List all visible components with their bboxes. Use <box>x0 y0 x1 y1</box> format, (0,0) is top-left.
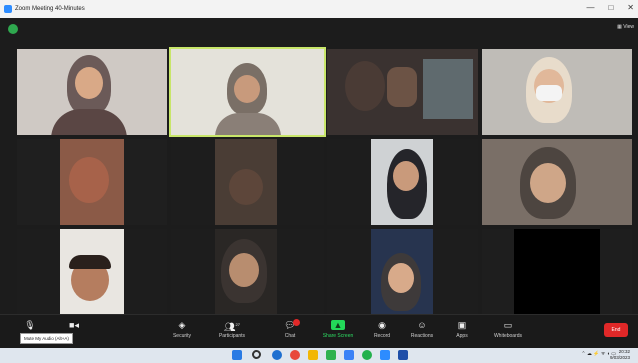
taskbar-clock[interactable]: 20:32 9/03/2023 <box>610 349 630 361</box>
apps-icon: ▣ <box>457 320 467 330</box>
shield-icon: ◈ <box>178 320 186 330</box>
taskbar-app-icon[interactable] <box>290 350 300 360</box>
search-icon[interactable] <box>252 350 261 359</box>
video-tile[interactable] <box>327 139 478 225</box>
windows-taskbar: ⌃ ☁ ⚡ ᯤ ◖ ▭ 20:32 9/03/2023 <box>0 348 638 363</box>
video-tile[interactable] <box>17 229 167 315</box>
participant-face <box>234 75 260 103</box>
share-screen-icon: ▲ <box>316 317 360 333</box>
video-tile[interactable] <box>171 229 324 315</box>
whiteboards-button[interactable]: ▭ Whiteboards <box>486 317 530 347</box>
window-controls: — □ ✕ <box>586 3 634 12</box>
encryption-shield-icon[interactable] <box>8 24 18 34</box>
video-frame <box>514 229 600 315</box>
mute-tooltip: Mute My Audio (Alt+A) <box>20 333 73 344</box>
taskbar-app-icon[interactable] <box>398 350 408 360</box>
end-meeting-button[interactable]: End <box>604 323 628 337</box>
video-tile[interactable] <box>327 49 478 135</box>
whiteboard-icon: ▭ <box>503 320 513 330</box>
participant-hand <box>387 67 417 107</box>
video-tile[interactable] <box>482 49 632 135</box>
video-tile[interactable] <box>327 229 478 315</box>
participant-body <box>51 109 127 135</box>
share-screen-button[interactable]: ▲ Share Screen <box>316 317 360 347</box>
reactions-icon: ☺ <box>417 320 427 330</box>
participant-face <box>388 263 414 293</box>
maximize-button[interactable]: □ <box>608 3 613 12</box>
participant-body <box>215 113 281 135</box>
participant-face <box>75 67 103 99</box>
mic-icon: 🎙︎ <box>24 320 36 330</box>
chat-button[interactable]: 💬︎ Chat <box>268 317 312 347</box>
view-button[interactable]: ▦ View <box>617 24 634 30</box>
participant-face <box>69 157 109 203</box>
chat-icon: 💬︎ <box>284 320 296 330</box>
window-titlebar: Zoom Meeting 40-Minutes — □ ✕ <box>0 0 638 18</box>
security-button[interactable]: ◈ Security <box>160 317 204 347</box>
record-icon: ◉ <box>378 320 386 330</box>
participant-face <box>229 169 263 205</box>
reactions-button[interactable]: ☺ Reactions <box>400 317 444 347</box>
video-icon: ■◂ <box>69 320 79 330</box>
video-gallery: ▦ View <box>0 18 638 315</box>
taskbar-app-icon[interactable] <box>326 350 336 360</box>
minimize-button[interactable]: — <box>586 3 594 12</box>
participant-hair <box>69 255 111 269</box>
taskbar-app-icon[interactable] <box>344 350 354 360</box>
taskbar-app-icon[interactable] <box>380 350 390 360</box>
taskbar-app-icon[interactable] <box>272 350 282 360</box>
taskbar-app-icon[interactable] <box>362 350 372 360</box>
participant-face <box>229 253 259 287</box>
video-tile[interactable] <box>17 139 167 225</box>
video-tile-active-speaker[interactable] <box>169 47 326 137</box>
face-mask <box>536 85 562 101</box>
video-tile-camera-off[interactable] <box>482 229 632 315</box>
close-button[interactable]: ✕ <box>627 3 634 12</box>
participant-face <box>345 61 385 111</box>
participant-face <box>393 161 419 191</box>
record-button[interactable]: ◉ Record <box>360 317 404 347</box>
chat-unread-badge <box>293 319 300 326</box>
apps-button[interactable]: ▣ Apps <box>440 317 484 347</box>
participant-face <box>530 163 566 203</box>
participants-icon: 👥︎27 <box>224 322 240 332</box>
windows-start-icon[interactable] <box>232 350 242 360</box>
video-tile[interactable] <box>171 139 324 225</box>
video-tile[interactable] <box>482 139 632 225</box>
video-tile[interactable] <box>17 49 167 135</box>
meeting-toolbar: 🎙︎ ■◂ Mute My Audio (Alt+A) ◈ Security 👥… <box>0 314 638 348</box>
window-title: Zoom Meeting 40-Minutes <box>15 6 85 12</box>
background-shelf <box>423 59 473 119</box>
zoom-app-icon <box>4 5 12 13</box>
taskbar-app-icon[interactable] <box>308 350 318 360</box>
participants-button[interactable]: 👥︎27 Participants <box>210 317 254 347</box>
